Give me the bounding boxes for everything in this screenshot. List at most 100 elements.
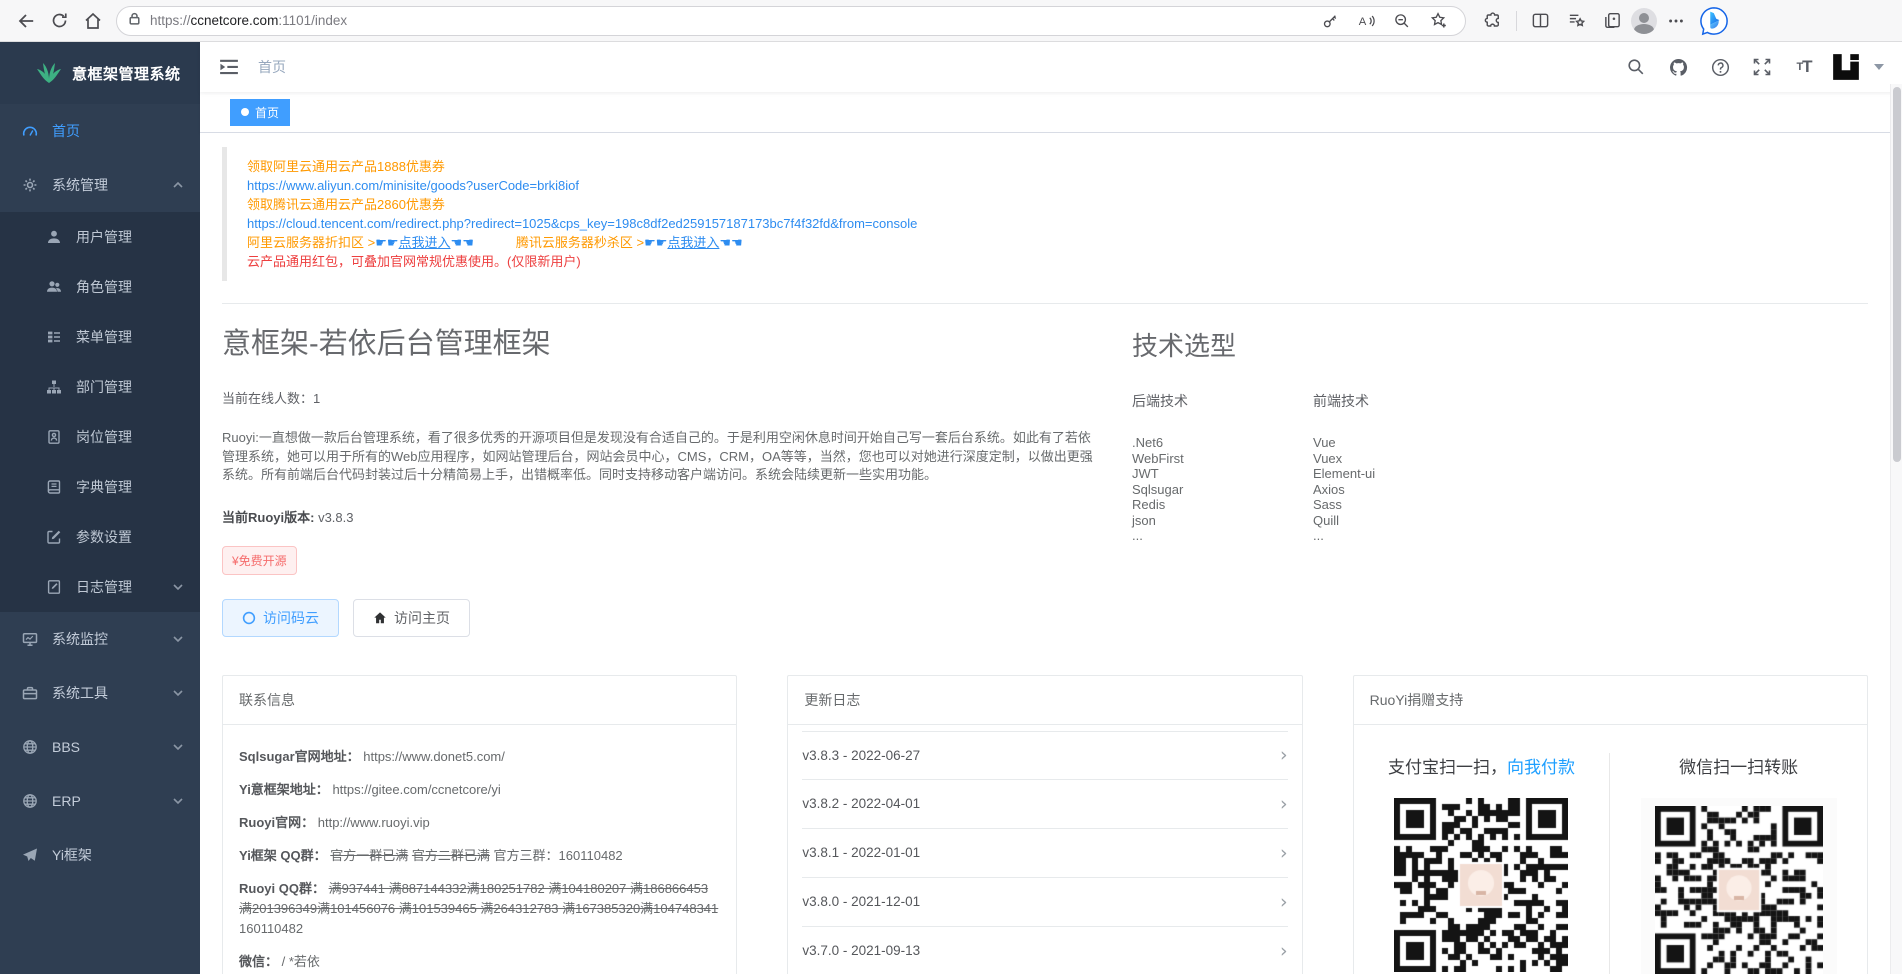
zoom-out-icon[interactable] [1385, 4, 1419, 38]
tags-view-bar: 首页 [200, 92, 1902, 133]
sidebar-item-erp[interactable]: ERP [0, 774, 200, 828]
extensions-icon[interactable] [1476, 4, 1510, 38]
changelog-row[interactable]: v3.7.0 - 2021-09-13› [802, 927, 1287, 974]
version-line: 当前Ruoyi版本: v3.8.3 [222, 507, 1102, 526]
profile-avatar[interactable] [1631, 8, 1657, 34]
help-question-icon[interactable] [1704, 51, 1736, 83]
chevron-right-icon: › [1280, 793, 1288, 815]
frontend-item: Axios [1313, 482, 1375, 498]
sidebar-item-system-tools[interactable]: 系统工具 [0, 666, 200, 720]
gear-icon [22, 177, 38, 193]
home-icon[interactable] [76, 4, 110, 38]
tag-home[interactable]: 首页 [230, 99, 290, 126]
chevron-down-icon [172, 633, 184, 645]
add-favorite-star-icon[interactable] [1421, 4, 1455, 38]
yi-repo-link[interactable]: https://gitee.com/ccnetcore/yi [332, 782, 500, 797]
collections-icon[interactable] [1595, 4, 1629, 38]
github-icon[interactable] [1662, 51, 1694, 83]
top-navbar: 首页 TT [200, 42, 1902, 92]
sidebar-item-parameter-settings[interactable]: 参数设置 [0, 512, 200, 562]
online-count-value: 1 [313, 391, 320, 406]
sitemap-icon [46, 379, 62, 395]
split-screen-icon[interactable] [1523, 4, 1557, 38]
aliyun-coupon-link[interactable]: https://www.aliyun.com/minisite/goods?us… [247, 178, 579, 193]
sidebar-item-label: 首页 [52, 121, 184, 141]
chevron-down-icon [172, 741, 184, 753]
wechat-qr-code [1655, 806, 1823, 974]
sidebar-item-user-management[interactable]: 用户管理 [0, 212, 200, 262]
tencent-enter-link[interactable]: 点我进入 [667, 235, 719, 250]
contact-card-title: 联系信息 [223, 676, 736, 725]
notice-line-tencent-coupon: 领取腾讯云通用云产品2860优惠券 [247, 195, 1858, 214]
changelog-row[interactable]: v3.8.1 - 2022-01-01› [802, 829, 1287, 878]
intro-description: Ruoyi:一直想做一款后台管理系统，看了很多优秀的开源项目但是发现没有合适自己… [222, 429, 1102, 485]
user-avatar-logo[interactable] [1830, 51, 1862, 83]
sidebar-item-system-monitoring[interactable]: 系统监控 [0, 612, 200, 666]
tech-stack-title: 技术选型 [1132, 326, 1375, 363]
page-title: 意框架-若依后台管理框架 [222, 320, 1102, 362]
toolbox-icon [22, 685, 38, 701]
settings-more-icon[interactable] [1659, 4, 1693, 38]
refresh-icon[interactable] [42, 4, 76, 38]
announcement-blockquote: 领取阿里云通用云产品1888优惠券 https://www.aliyun.com… [222, 147, 1868, 281]
sidebar-item-label: 系统管理 [52, 175, 172, 195]
sqlsugar-site-link[interactable]: https://www.donet5.com/ [363, 749, 505, 764]
pointing-hand-icon: ☛☛ [644, 235, 667, 250]
chevron-down-icon [172, 581, 184, 593]
url-text[interactable]: https://ccnetcore.com:1101/index [150, 13, 1313, 28]
app-logo[interactable]: 意框架管理系统 [0, 42, 200, 104]
password-key-icon[interactable] [1313, 4, 1347, 38]
changelog-row[interactable]: v3.8.2 - 2022-04-01› [802, 780, 1287, 829]
sidebar-item-dictionary-management[interactable]: 字典管理 [0, 462, 200, 512]
svg-text:A: A [1359, 16, 1367, 28]
breadcrumb[interactable]: 首页 [258, 57, 286, 77]
page-content: 领取阿里云通用云产品1888优惠券 https://www.aliyun.com… [200, 133, 1902, 974]
ruoyi-site-link[interactable]: http://www.ruoyi.vip [318, 815, 430, 830]
backend-item: WebFirst [1132, 451, 1188, 467]
intro-section: 意框架-若依后台管理框架 当前在线人数：1 Ruoyi:一直想做一款后台管理系统… [222, 320, 1102, 637]
sidebar-item-home[interactable]: 首页 [0, 104, 200, 158]
logo-plant-icon [36, 61, 62, 85]
sidebar-item-label: 系统监控 [52, 629, 172, 649]
paper-plane-icon [22, 847, 38, 863]
sidebar-item-system-management[interactable]: 系统管理 [0, 158, 200, 212]
address-bar[interactable]: https://ccnetcore.com:1101/index A [116, 6, 1466, 36]
toolbar-divider [1516, 11, 1517, 31]
sidebar-item-department-management[interactable]: 部门管理 [0, 362, 200, 412]
wechat-donate-title: 微信扫一扫转账 [1610, 753, 1867, 778]
window-scrollbar[interactable] [1890, 84, 1902, 974]
gitee-circle-icon [242, 611, 256, 625]
contact-yi-qq-line: Yi框架 QQ群： 官方一群已满 官方二群已满 官方三群：160110482 [239, 846, 720, 866]
visit-gitee-button[interactable]: 访问码云 [222, 599, 339, 637]
sidebar-item-role-management[interactable]: 角色管理 [0, 262, 200, 312]
visit-homepage-button[interactable]: 访问主页 [353, 599, 470, 637]
backend-item: ... [1132, 528, 1188, 544]
sidebar-item-yi-framework[interactable]: Yi框架 [0, 828, 200, 882]
copilot-bing-icon[interactable] [1697, 4, 1731, 38]
sidebar-item-menu-management[interactable]: 菜单管理 [0, 312, 200, 362]
font-size-icon[interactable]: TT [1788, 51, 1820, 83]
sidebar-item-bbs[interactable]: BBS [0, 720, 200, 774]
avatar-caret-icon[interactable] [1874, 64, 1884, 70]
globe-icon [22, 793, 38, 809]
sidebar-toggle-icon[interactable] [218, 56, 240, 78]
pay-me-link[interactable]: 向我付款 [1507, 758, 1575, 777]
scrollbar-thumb[interactable] [1893, 87, 1901, 462]
backend-tech-column: 后端技术 .Net6 WebFirst JWT Sqlsugar Redis j… [1132, 391, 1188, 544]
search-icon[interactable] [1620, 51, 1652, 83]
changelog-row[interactable]: v3.8.0 - 2021-12-01› [802, 878, 1287, 927]
read-aloud-icon[interactable]: A [1349, 4, 1383, 38]
lock-icon[interactable] [127, 11, 142, 31]
changelog-row[interactable]: v3.8.3 - 2022-06-27› [802, 731, 1287, 780]
sidebar-item-label: BBS [52, 739, 172, 755]
sidebar-item-label: ERP [52, 793, 172, 809]
favorites-icon[interactable] [1559, 4, 1593, 38]
tencent-coupon-link[interactable]: https://cloud.tencent.com/redirect.php?r… [247, 216, 917, 231]
sidebar-item-log-management[interactable]: 日志管理 [0, 562, 200, 612]
fullscreen-icon[interactable] [1746, 51, 1778, 83]
sidebar-item-post-management[interactable]: 岗位管理 [0, 412, 200, 462]
back-icon[interactable] [8, 4, 42, 38]
backend-item: json [1132, 513, 1188, 529]
aliyun-enter-link[interactable]: 点我进入 [399, 235, 451, 250]
globe-icon [22, 739, 38, 755]
